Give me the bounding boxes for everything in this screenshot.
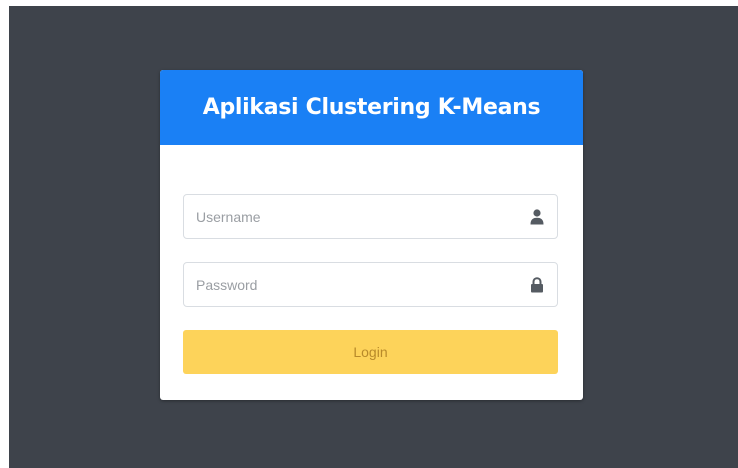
username-input[interactable]	[184, 195, 517, 238]
login-card-header: Aplikasi Clustering K-Means	[160, 70, 583, 145]
password-field-group	[183, 262, 558, 307]
password-input[interactable]	[184, 263, 517, 306]
user-icon	[517, 195, 557, 238]
app-title: Aplikasi Clustering K-Means	[202, 95, 541, 120]
lock-icon	[517, 263, 557, 306]
login-card: Aplikasi Clustering K-Means Login	[160, 70, 583, 400]
username-field-group	[183, 194, 558, 239]
login-button[interactable]: Login	[183, 330, 558, 374]
